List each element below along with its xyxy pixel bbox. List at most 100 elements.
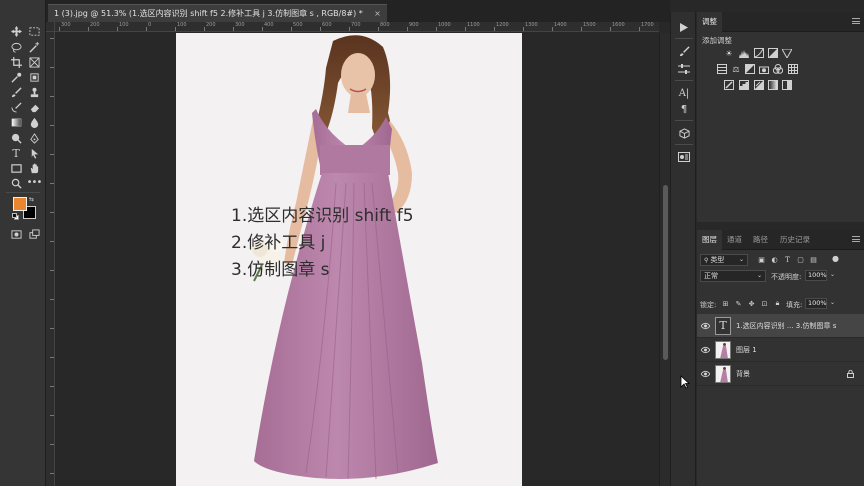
hand-tool-icon[interactable] <box>27 161 41 175</box>
exposure-icon[interactable] <box>768 48 778 58</box>
posterize-icon[interactable] <box>739 80 749 90</box>
frame-tool-icon[interactable] <box>27 55 41 69</box>
more-tools-icon[interactable]: ••• <box>27 176 43 190</box>
move-tool-icon[interactable] <box>9 24 23 38</box>
horizontal-ruler[interactable]: 300 200 100 0 100 200 300 400 500 600 700 800 900 100… <box>55 22 659 32</box>
filter-pixel-icon[interactable]: ▣ <box>757 255 766 264</box>
ruler-tick-mark <box>50 125 54 126</box>
tab-layers[interactable]: 图层 <box>697 230 722 250</box>
tab-adjustments[interactable]: 调整 <box>697 12 722 32</box>
path-selection-tool-icon[interactable] <box>27 146 41 160</box>
invert-icon[interactable] <box>724 80 734 90</box>
fill-chevron-icon[interactable]: ⌄ <box>830 299 835 306</box>
photo-filter-icon[interactable] <box>759 64 769 74</box>
ruler-tick-mark <box>117 27 118 31</box>
filter-toggle-icon[interactable]: ● <box>831 254 840 263</box>
adjustments-panel: 调整 添加调整 ☀ ⚖ <box>697 12 864 222</box>
canvas-vertical-scrollbar[interactable] <box>659 33 670 486</box>
close-document-icon[interactable]: × <box>374 5 381 22</box>
dodge-tool-icon[interactable] <box>9 131 23 145</box>
lasso-tool-icon[interactable] <box>9 40 23 54</box>
crop-tool-icon[interactable] <box>9 55 23 69</box>
lock-transparent-icon[interactable]: ⊞ <box>721 299 730 308</box>
filter-adjustment-icon[interactable]: ◐ <box>770 255 779 264</box>
brightness-contrast-icon[interactable]: ☀ <box>724 48 734 58</box>
pen-tool-icon[interactable] <box>27 131 41 145</box>
lock-all-icon[interactable]: 🔒︎ <box>773 299 782 308</box>
selective-color-icon[interactable] <box>782 80 792 90</box>
history-brush-tool-icon[interactable] <box>9 100 23 114</box>
visibility-eye-icon[interactable] <box>701 370 710 378</box>
ruler-tick-mark <box>88 27 89 31</box>
opacity-chevron-icon[interactable]: ⌄ <box>830 271 835 278</box>
brush-tool-icon[interactable] <box>9 85 23 99</box>
layer-row-text[interactable]: T 1.选区内容识别 ... 3.仿制图章 s <box>697 314 864 338</box>
gradient-map-icon[interactable] <box>768 80 778 90</box>
channel-mixer-icon[interactable] <box>773 64 783 74</box>
document-tab[interactable]: 1 (3).jpg @ 51.3% (1.选区内容识别 shift f5 2.修… <box>48 4 387 22</box>
filter-smart-object-icon[interactable]: ▤ <box>809 255 818 264</box>
ruler-tick-label: 700 <box>351 22 361 28</box>
threshold-icon[interactable] <box>754 80 764 90</box>
zoom-tool-icon[interactable] <box>9 176 23 190</box>
canvas-area[interactable]: 1.选区内容识别 shift f5 2.修补工具 j 3.仿制图章 s <box>56 33 659 486</box>
ruler-tick-mark <box>349 27 350 31</box>
clone-stamp-tool-icon[interactable] <box>27 85 41 99</box>
layer-filter-select[interactable]: ⚲ 类型 ⌄ <box>700 254 748 266</box>
brush-settings-icon[interactable] <box>676 44 692 58</box>
screen-mode-icon[interactable] <box>27 227 41 241</box>
character-panel-icon[interactable]: A| <box>676 86 692 100</box>
panel-menu-icon[interactable] <box>852 236 860 242</box>
frame-grid-tool-icon[interactable] <box>27 70 41 84</box>
blend-mode-select[interactable]: 正常 ⌄ <box>700 270 766 282</box>
type-tool-icon[interactable]: T <box>9 146 23 160</box>
play-icon[interactable] <box>676 20 692 34</box>
gradient-tool-icon[interactable] <box>9 115 23 129</box>
opacity-input[interactable]: 100% <box>805 270 827 281</box>
ruler-origin[interactable] <box>46 22 55 32</box>
layer-row-layer1[interactable]: 图层 1 <box>697 338 864 362</box>
eraser-tool-icon[interactable] <box>27 100 41 114</box>
filter-type-icon[interactable]: T <box>783 255 792 264</box>
ruler-tick-mark <box>50 270 54 271</box>
default-colors-icon[interactable] <box>12 213 19 220</box>
lock-position-icon[interactable]: ✥ <box>747 299 756 308</box>
opacity-label: 不透明度: <box>771 273 802 281</box>
layer-name[interactable]: 1.选区内容识别 ... 3.仿制图章 s <box>736 314 836 338</box>
black-white-icon[interactable] <box>745 64 755 74</box>
eyedropper-tool-icon[interactable] <box>9 70 23 84</box>
scrollbar-thumb[interactable] <box>663 185 668 360</box>
visibility-eye-icon[interactable] <box>701 322 710 330</box>
brush-presets-icon[interactable] <box>676 62 692 76</box>
hue-saturation-icon[interactable] <box>717 64 727 74</box>
3d-panel-icon[interactable] <box>676 126 692 140</box>
vibrance-icon[interactable] <box>782 48 792 58</box>
foreground-color-swatch[interactable] <box>13 197 27 211</box>
filter-shape-icon[interactable]: ▢ <box>796 255 805 264</box>
visibility-eye-icon[interactable] <box>701 346 710 354</box>
properties-panel-icon[interactable] <box>676 150 692 164</box>
layer-row-background[interactable]: 背景 <box>697 362 864 386</box>
tab-paths[interactable]: 路径 <box>748 230 773 250</box>
quick-mask-icon[interactable] <box>9 227 23 241</box>
lock-image-icon[interactable]: ✎ <box>734 299 743 308</box>
lock-artboard-icon[interactable]: ⊡ <box>760 299 769 308</box>
tab-history[interactable]: 历史记录 <box>775 230 815 250</box>
blur-tool-icon[interactable] <box>27 115 41 129</box>
paragraph-panel-icon[interactable]: ¶ <box>676 102 692 116</box>
panel-menu-icon[interactable] <box>852 18 860 24</box>
rectangle-tool-icon[interactable] <box>9 161 23 175</box>
swap-colors-icon[interactable]: ⇆ <box>29 196 34 203</box>
curves-icon[interactable] <box>754 48 764 58</box>
magic-wand-tool-icon[interactable] <box>27 40 41 54</box>
ruler-tick-label: 1400 <box>554 22 567 28</box>
layer-name[interactable]: 图层 1 <box>736 338 757 362</box>
vertical-ruler[interactable] <box>46 32 55 486</box>
levels-icon[interactable] <box>739 48 749 58</box>
tab-channels[interactable]: 通道 <box>722 230 747 250</box>
marquee-tool-icon[interactable] <box>27 24 41 38</box>
color-balance-icon[interactable]: ⚖ <box>731 64 741 74</box>
layer-name[interactable]: 背景 <box>736 362 750 386</box>
color-lookup-icon[interactable] <box>788 64 798 74</box>
fill-input[interactable]: 100% <box>805 298 827 309</box>
